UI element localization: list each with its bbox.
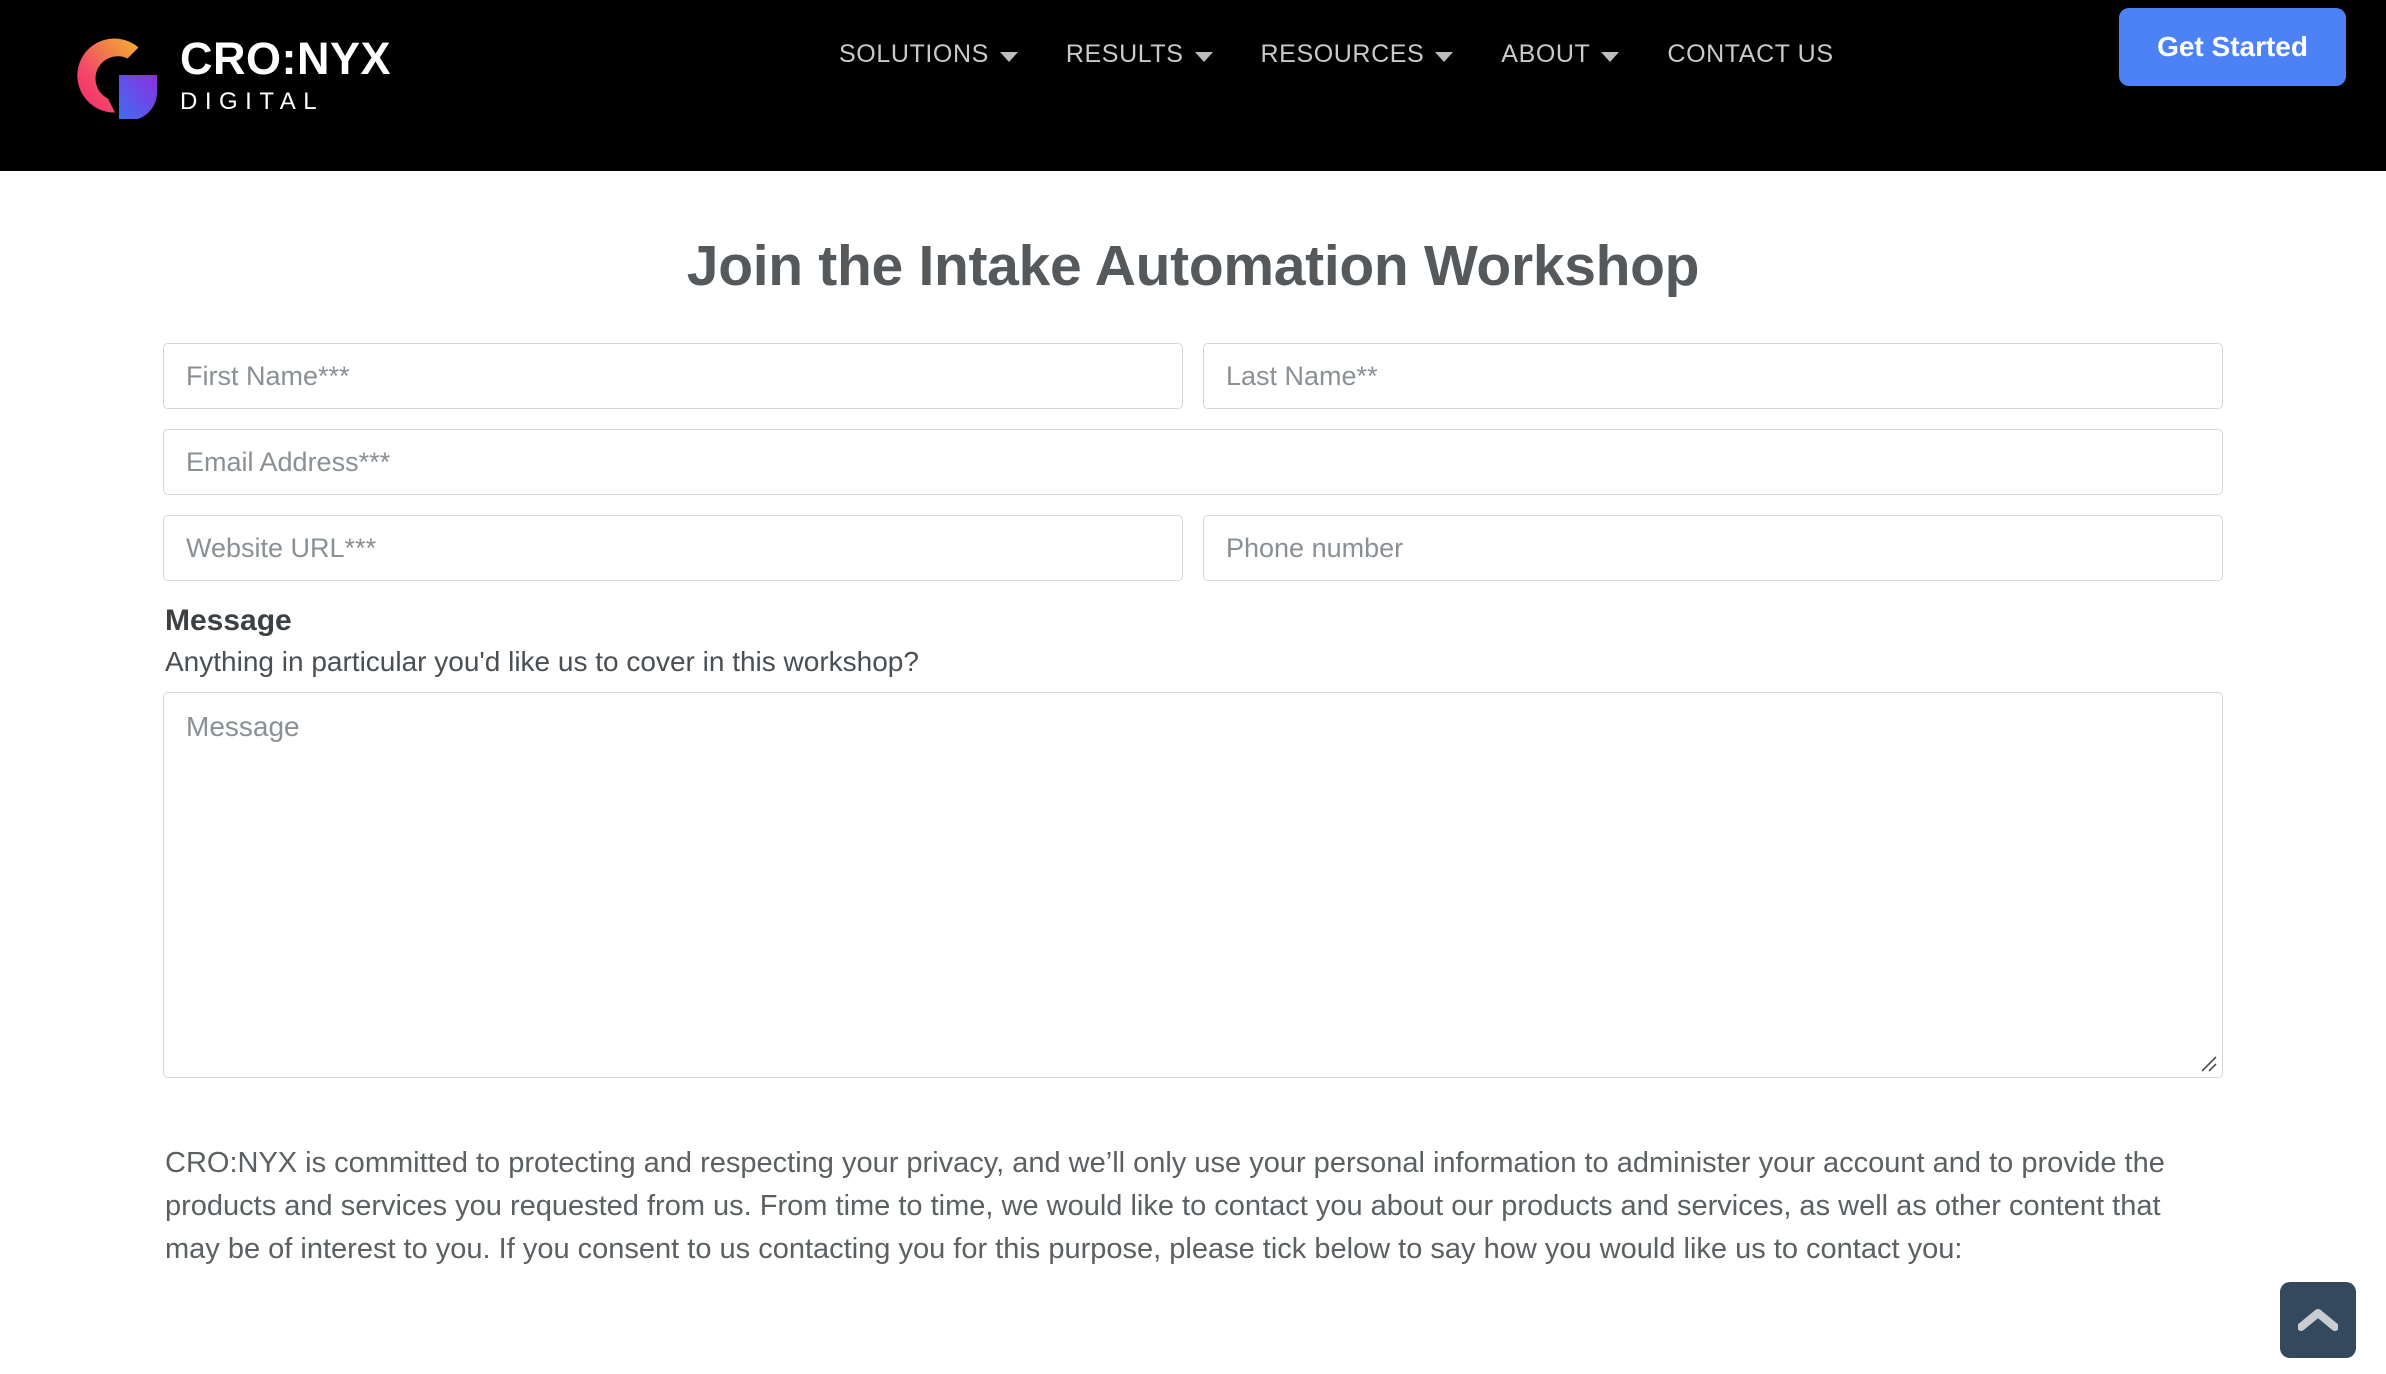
page-main: Join the Intake Automation Workshop Mess… <box>0 171 2386 1272</box>
name-row <box>163 343 2223 409</box>
first-name-col <box>163 343 1183 409</box>
back-to-top-button[interactable] <box>2280 1282 2356 1358</box>
email-row <box>163 429 2223 495</box>
website-col <box>163 515 1183 581</box>
chevron-up-icon <box>2298 1309 2338 1331</box>
message-textarea-holder <box>163 691 2223 1078</box>
message-label: Message <box>165 604 292 637</box>
cronyx-g-logo-icon <box>77 38 157 119</box>
site-header: CRO:NYX DIGITAL SOLUTIONS RESULTS RESOUR… <box>0 0 2386 171</box>
nav-label: SOLUTIONS <box>839 40 989 68</box>
email-col <box>163 429 2223 495</box>
nav-item-contact-us[interactable]: CONTACT US <box>1643 34 1857 75</box>
phone-number-input[interactable] <box>1203 515 2223 581</box>
brand-subtitle: DIGITAL <box>180 88 325 115</box>
nav-item-resources[interactable]: RESOURCES <box>1237 34 1478 75</box>
nav-label: CONTACT US <box>1667 40 1834 68</box>
brand-wordmark: CRO:NYX DIGITAL <box>180 32 391 114</box>
last-name-input[interactable] <box>1203 343 2223 409</box>
chevron-down-icon <box>1194 51 1213 62</box>
nav-item-results[interactable]: RESULTS <box>1042 34 1237 75</box>
brand-logo-link[interactable]: CRO:NYX DIGITAL <box>58 18 391 128</box>
page-title: Join the Intake Automation Workshop <box>686 234 1700 298</box>
nav-label: RESULTS <box>1065 40 1184 68</box>
chevron-down-icon <box>1601 51 1620 62</box>
privacy-consent-text: CRO:NYX is committed to protecting and r… <box>165 1146 2165 1265</box>
chevron-down-icon <box>1435 51 1454 62</box>
website-phone-row <box>163 515 2223 581</box>
nav-item-about[interactable]: ABOUT <box>1477 34 1643 75</box>
nav-item-solutions[interactable]: SOLUTIONS <box>815 34 1042 75</box>
get-started-button[interactable]: Get Started <box>2119 8 2346 86</box>
main-navigation: SOLUTIONS RESULTS RESOURCES ABOUT CONTAC… <box>815 34 1858 75</box>
workshop-signup-form: Message Anything in particular you'd lik… <box>163 299 2223 1271</box>
brand-name: CRO:NYX <box>180 33 392 84</box>
website-url-input[interactable] <box>163 515 1183 581</box>
last-name-col <box>1203 343 2223 409</box>
nav-label: ABOUT <box>1501 40 1591 68</box>
email-input[interactable] <box>163 429 2223 495</box>
phone-col <box>1203 515 2223 581</box>
message-help-text: Anything in particular you'd like us to … <box>165 645 919 677</box>
nav-label: RESOURCES <box>1260 40 1425 68</box>
chevron-down-icon <box>999 51 1018 62</box>
first-name-input[interactable] <box>163 343 1183 409</box>
message-textarea[interactable] <box>163 691 2223 1078</box>
